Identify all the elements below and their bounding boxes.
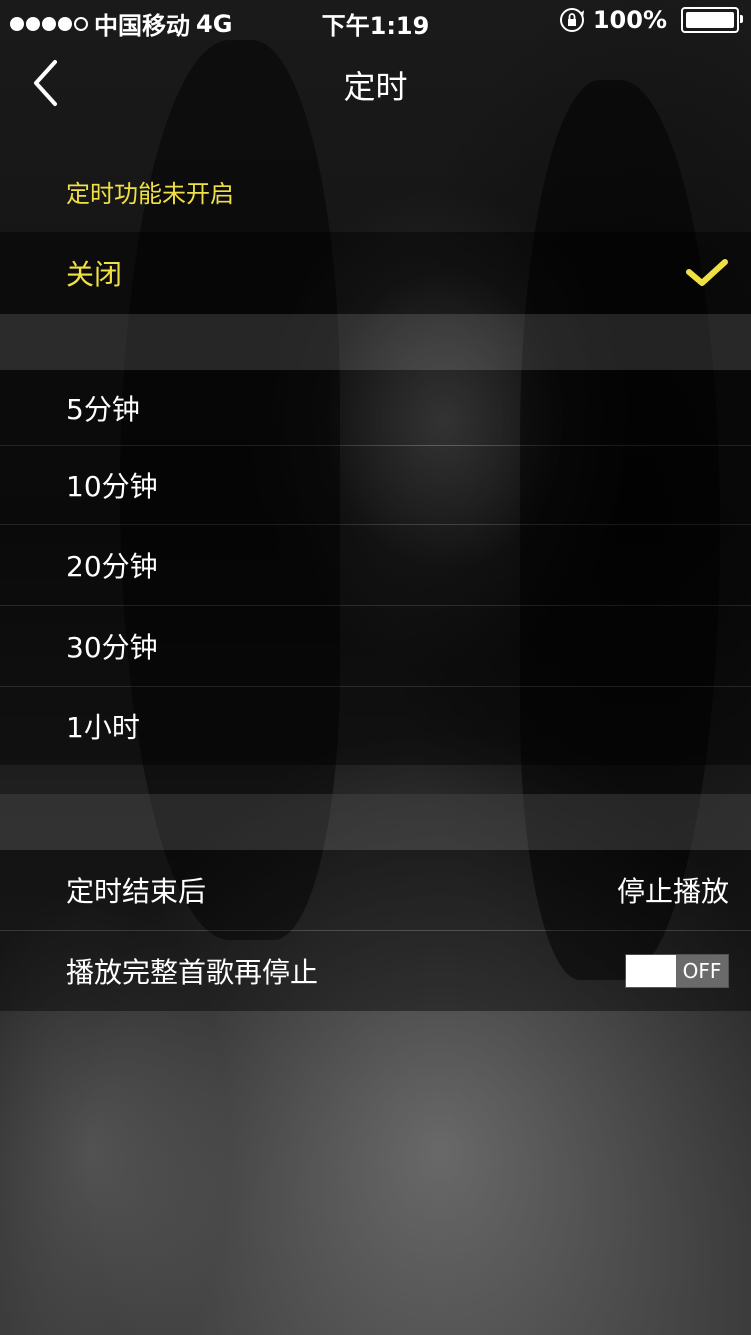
after-timer-setting[interactable]: 定时结束后 停止播放 xyxy=(0,850,751,930)
status-bar: 中国移动 4G 下午1:19 100% xyxy=(0,0,751,40)
timer-option-label: 5分钟 xyxy=(66,392,140,426)
timer-option-label: 20分钟 xyxy=(66,550,158,583)
timer-option-1hour[interactable]: 1小时 xyxy=(0,687,751,765)
toggle-state-text: OFF xyxy=(676,955,728,987)
after-timer-value: 停止播放 xyxy=(616,875,729,908)
timer-option-30min[interactable]: 30分钟 xyxy=(0,606,751,686)
battery-level xyxy=(686,12,734,28)
finish-song-setting: 播放完整首歌再停止 OFF xyxy=(0,931,751,1011)
timer-option-label: 关闭 xyxy=(66,258,123,291)
checkmark-icon xyxy=(686,259,728,286)
timer-option-off[interactable]: 关闭 xyxy=(0,232,751,314)
orientation-lock-icon xyxy=(559,8,584,32)
timer-option-label: 10分钟 xyxy=(66,470,158,503)
finish-song-toggle[interactable]: OFF xyxy=(625,954,729,988)
after-timer-label: 定时结束后 xyxy=(66,875,207,908)
timer-status-label: 定时功能未开启 xyxy=(66,180,234,208)
timer-option-10min[interactable]: 10分钟 xyxy=(0,446,751,524)
section-spacer xyxy=(0,794,751,850)
toggle-knob xyxy=(626,955,676,987)
page-title: 定时 xyxy=(343,68,408,106)
timer-option-20min[interactable]: 20分钟 xyxy=(0,525,751,605)
section-spacer xyxy=(0,314,751,370)
timer-screen: 中国移动 4G 下午1:19 100% 定时 定时功能未开启 关闭 5分钟 10… xyxy=(0,0,751,1335)
timer-option-label: 30分钟 xyxy=(66,631,158,664)
timer-option-label: 1小时 xyxy=(66,711,140,744)
battery-percent: 100% xyxy=(592,6,667,34)
finish-song-label: 播放完整首歌再停止 xyxy=(66,956,319,989)
battery-icon xyxy=(681,7,743,33)
timer-option-5min[interactable]: 5分钟 xyxy=(0,370,751,445)
